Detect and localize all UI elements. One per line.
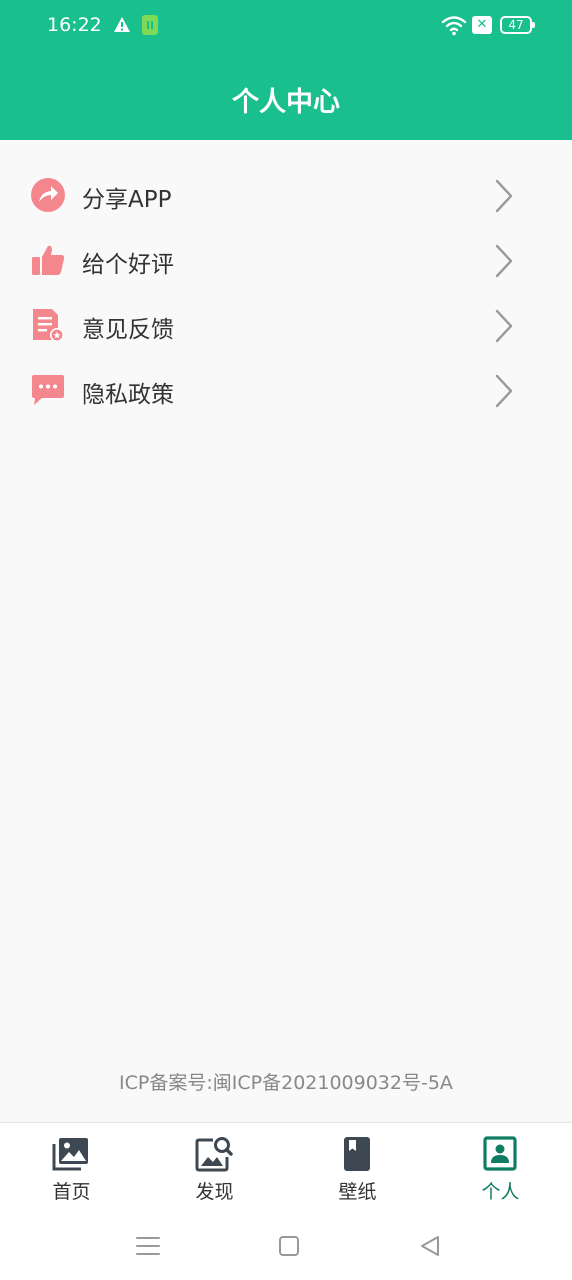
warning-icon	[114, 17, 130, 32]
thumbs-up-icon	[32, 245, 65, 275]
settings-menu: 分享APP 给个好评 意见反馈 隐私政策	[0, 162, 572, 422]
menu-item-feedback[interactable]: 意见反馈	[0, 292, 572, 357]
wifi-icon	[441, 16, 467, 36]
tab-home[interactable]: 首页	[0, 1123, 143, 1215]
chevron-right-icon	[495, 244, 513, 278]
chevron-right-icon	[495, 179, 513, 213]
bookmark-book-icon	[344, 1137, 370, 1171]
app-notification-icon	[142, 15, 158, 35]
tab-label-discover: 发现	[195, 1181, 234, 1203]
feedback-document-icon	[33, 309, 64, 342]
chevron-right-icon	[495, 374, 513, 408]
menu-label-share: 分享APP	[82, 187, 172, 213]
status-bar: 16:22 ✕ 47	[0, 0, 572, 52]
chevron-right-icon	[495, 309, 513, 343]
tab-wallpaper[interactable]: 壁纸	[286, 1123, 429, 1215]
header-bar: 16:22 ✕ 47 个人中心	[0, 0, 572, 140]
share-icon	[31, 178, 65, 212]
system-navigation-bar	[0, 1214, 572, 1280]
battery-icon: 47	[500, 16, 535, 34]
tab-label-home: 首页	[52, 1181, 91, 1203]
menu-label-feedback: 意见反馈	[82, 317, 174, 343]
sim-off-icon: ✕	[472, 16, 492, 34]
tab-discover[interactable]: 发现	[143, 1123, 286, 1215]
chat-bubble-icon	[32, 375, 64, 405]
icp-record-text: ICP备案号:闽ICP备2021009032号-5A	[119, 1072, 453, 1094]
menu-icon[interactable]	[134, 1232, 162, 1260]
status-time: 16:22	[47, 14, 102, 36]
page-title: 个人中心	[232, 87, 340, 118]
menu-item-rate[interactable]: 给个好评	[0, 227, 572, 292]
menu-label-rate: 给个好评	[82, 252, 174, 278]
back-triangle-icon[interactable]	[416, 1232, 444, 1260]
menu-label-privacy: 隐私政策	[82, 382, 174, 408]
image-search-icon	[195, 1137, 233, 1172]
menu-item-share[interactable]: 分享APP	[0, 162, 572, 227]
tab-profile[interactable]: 个人	[429, 1123, 572, 1215]
gallery-icon	[52, 1138, 88, 1171]
home-square-icon[interactable]	[275, 1232, 303, 1260]
tab-label-profile: 个人	[481, 1181, 520, 1203]
menu-item-privacy[interactable]: 隐私政策	[0, 357, 572, 422]
bottom-tab-bar: 首页 发现 壁纸 个人	[0, 1122, 572, 1215]
contact-card-icon	[483, 1136, 517, 1171]
tab-label-wallpaper: 壁纸	[338, 1181, 377, 1203]
